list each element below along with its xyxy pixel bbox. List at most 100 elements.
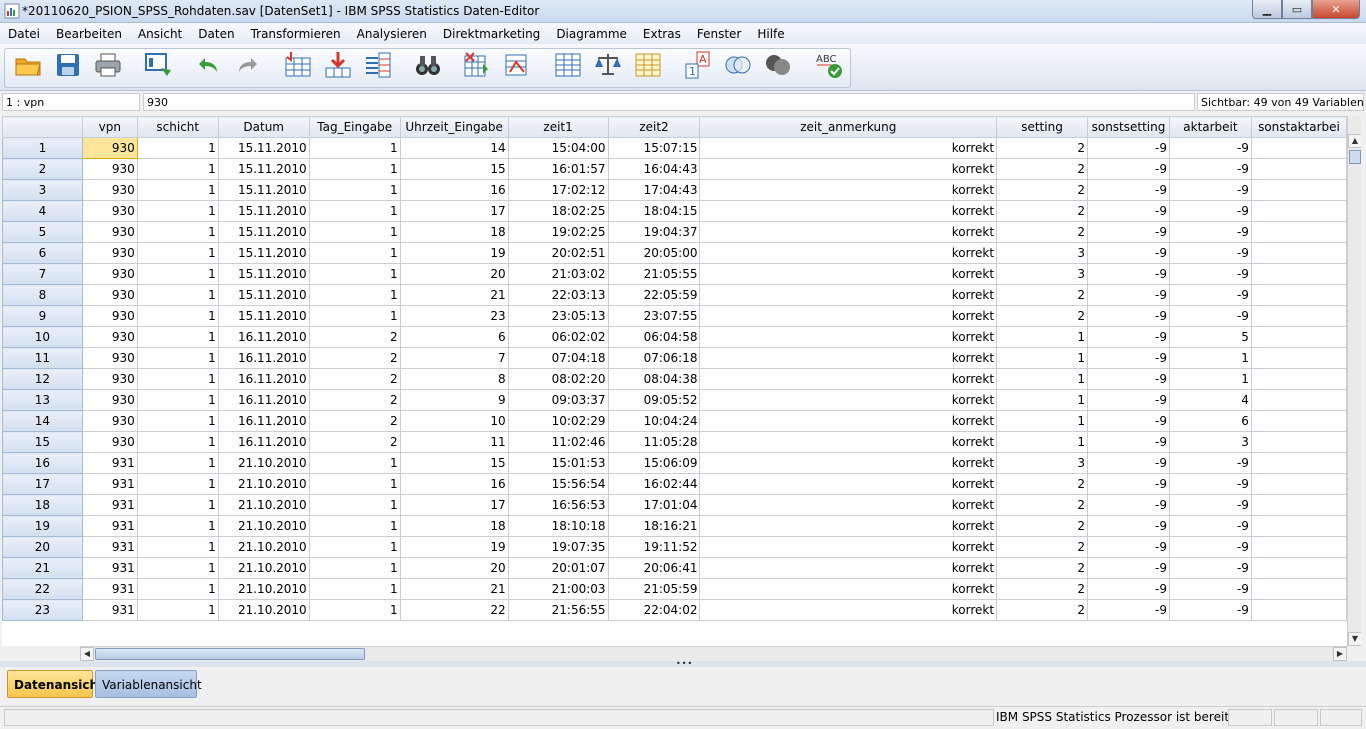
data-cell[interactable]: 3 <box>996 242 1088 264</box>
data-cell[interactable]: 15.11.2010 <box>217 158 310 180</box>
row-header[interactable]: 16 <box>2 452 83 474</box>
data-cell[interactable]: 1 <box>308 557 401 579</box>
data-cell[interactable]: 930 <box>81 200 138 222</box>
data-cell[interactable]: korrekt <box>699 158 998 180</box>
data-cell[interactable]: 1 <box>308 179 401 201</box>
data-cell[interactable]: 16.11.2010 <box>217 347 310 369</box>
row-header[interactable]: 3 <box>2 179 83 201</box>
data-cell[interactable]: -9 <box>1086 431 1170 453</box>
data-cell[interactable]: 23 <box>399 305 509 327</box>
data-cell[interactable]: korrekt <box>699 137 998 159</box>
data-cell[interactable]: 11 <box>399 431 509 453</box>
data-cell[interactable]: 7 <box>399 347 509 369</box>
data-cell[interactable]: 18:10:18 <box>507 515 609 537</box>
data-cell[interactable]: 1 <box>1168 368 1252 390</box>
data-cell[interactable]: 21.10.2010 <box>217 473 310 495</box>
data-cell[interactable]: 15.11.2010 <box>217 242 310 264</box>
data-cell[interactable]: korrekt <box>699 494 998 516</box>
data-cell[interactable]: 23:05:13 <box>507 305 609 327</box>
insert-variable-icon[interactable] <box>500 50 532 80</box>
data-cell[interactable] <box>1250 347 1347 369</box>
data-cell[interactable]: 931 <box>81 452 138 474</box>
data-cell[interactable]: 18 <box>399 515 509 537</box>
data-cell[interactable]: 2 <box>996 599 1088 621</box>
data-cell[interactable]: korrekt <box>699 368 998 390</box>
data-cell[interactable]: 1 <box>136 305 219 327</box>
data-cell[interactable]: -9 <box>1086 284 1170 306</box>
data-cell[interactable]: korrekt <box>699 557 998 579</box>
data-cell[interactable]: 931 <box>81 557 138 579</box>
data-cell[interactable]: 1 <box>136 200 219 222</box>
data-cell[interactable]: 930 <box>81 389 138 411</box>
data-cell[interactable] <box>1250 599 1347 621</box>
data-cell[interactable]: 930 <box>81 284 138 306</box>
data-cell[interactable]: 930 <box>81 137 138 159</box>
data-cell[interactable]: 21.10.2010 <box>217 452 310 474</box>
data-cell[interactable]: 1 <box>136 578 219 600</box>
data-cell[interactable]: -9 <box>1086 242 1170 264</box>
data-cell[interactable]: 1 <box>996 410 1088 432</box>
data-cell[interactable]: 6 <box>1168 410 1252 432</box>
select-cases-icon[interactable] <box>632 50 664 80</box>
data-cell[interactable]: korrekt <box>699 410 998 432</box>
data-cell[interactable]: korrekt <box>699 389 998 411</box>
scroll-right-button[interactable]: ▶ <box>1333 647 1347 661</box>
data-cell[interactable] <box>1250 284 1347 306</box>
data-cell[interactable]: 1 <box>308 452 401 474</box>
data-cell[interactable]: 6 <box>399 326 509 348</box>
data-cell[interactable]: 1 <box>996 431 1088 453</box>
row-header[interactable]: 9 <box>2 305 83 327</box>
data-cell[interactable]: 1 <box>308 578 401 600</box>
data-cell[interactable]: 1 <box>136 347 219 369</box>
data-cell[interactable]: 2 <box>996 494 1088 516</box>
data-cell[interactable]: 1 <box>136 557 219 579</box>
vertical-scrollbar[interactable]: ▲ ▼ <box>1347 116 1362 646</box>
data-cell[interactable]: 16:56:53 <box>507 494 609 516</box>
data-cell[interactable]: 11:05:28 <box>607 431 701 453</box>
data-cell[interactable]: 930 <box>81 326 138 348</box>
data-cell[interactable]: 1 <box>308 599 401 621</box>
data-cell[interactable]: -9 <box>1086 158 1170 180</box>
data-cell[interactable]: 2 <box>996 221 1088 243</box>
data-cell[interactable]: 2 <box>996 536 1088 558</box>
data-cell[interactable]: 21:05:55 <box>607 263 701 285</box>
row-header[interactable]: 23 <box>2 599 83 621</box>
menu-analysieren[interactable]: Analysieren <box>349 27 435 41</box>
data-cell[interactable]: 1 <box>136 473 219 495</box>
data-cell[interactable]: 21:56:55 <box>507 599 609 621</box>
data-cell[interactable]: -9 <box>1168 515 1252 537</box>
data-cell[interactable]: 21 <box>399 284 509 306</box>
row-header[interactable]: 12 <box>2 368 83 390</box>
data-cell[interactable]: 16:04:43 <box>607 158 701 180</box>
data-cell[interactable]: 1 <box>308 200 401 222</box>
data-cell[interactable]: 3 <box>996 263 1088 285</box>
data-cell[interactable]: korrekt <box>699 347 998 369</box>
data-cell[interactable]: 1 <box>136 326 219 348</box>
data-cell[interactable]: 15.11.2010 <box>217 200 310 222</box>
redo-icon[interactable] <box>232 50 264 80</box>
data-cell[interactable]: 06:04:58 <box>607 326 701 348</box>
data-cell[interactable]: 15.11.2010 <box>217 263 310 285</box>
data-cell[interactable]: -9 <box>1086 389 1170 411</box>
data-cell[interactable]: 1 <box>136 242 219 264</box>
value-labels-icon[interactable]: A1 <box>682 50 714 80</box>
open-folder-icon[interactable] <box>12 50 44 80</box>
data-cell[interactable] <box>1250 158 1347 180</box>
data-cell[interactable]: 1 <box>996 389 1088 411</box>
data-cell[interactable]: 1 <box>308 221 401 243</box>
data-cell[interactable]: -9 <box>1086 221 1170 243</box>
row-header[interactable]: 6 <box>2 242 83 264</box>
column-header-setting[interactable]: setting <box>996 116 1088 138</box>
data-cell[interactable]: korrekt <box>699 515 998 537</box>
data-cell[interactable]: 1 <box>308 263 401 285</box>
data-cell[interactable] <box>1250 137 1347 159</box>
data-cell[interactable]: 16.11.2010 <box>217 410 310 432</box>
column-header-datum[interactable]: Datum <box>217 116 310 138</box>
save-icon[interactable] <box>52 50 84 80</box>
data-cell[interactable] <box>1250 536 1347 558</box>
dialog-recall-icon[interactable] <box>142 50 174 80</box>
data-cell[interactable]: 931 <box>81 599 138 621</box>
data-cell[interactable]: korrekt <box>699 242 998 264</box>
data-cell[interactable]: 930 <box>81 368 138 390</box>
column-header-schicht[interactable]: schicht <box>136 116 219 138</box>
